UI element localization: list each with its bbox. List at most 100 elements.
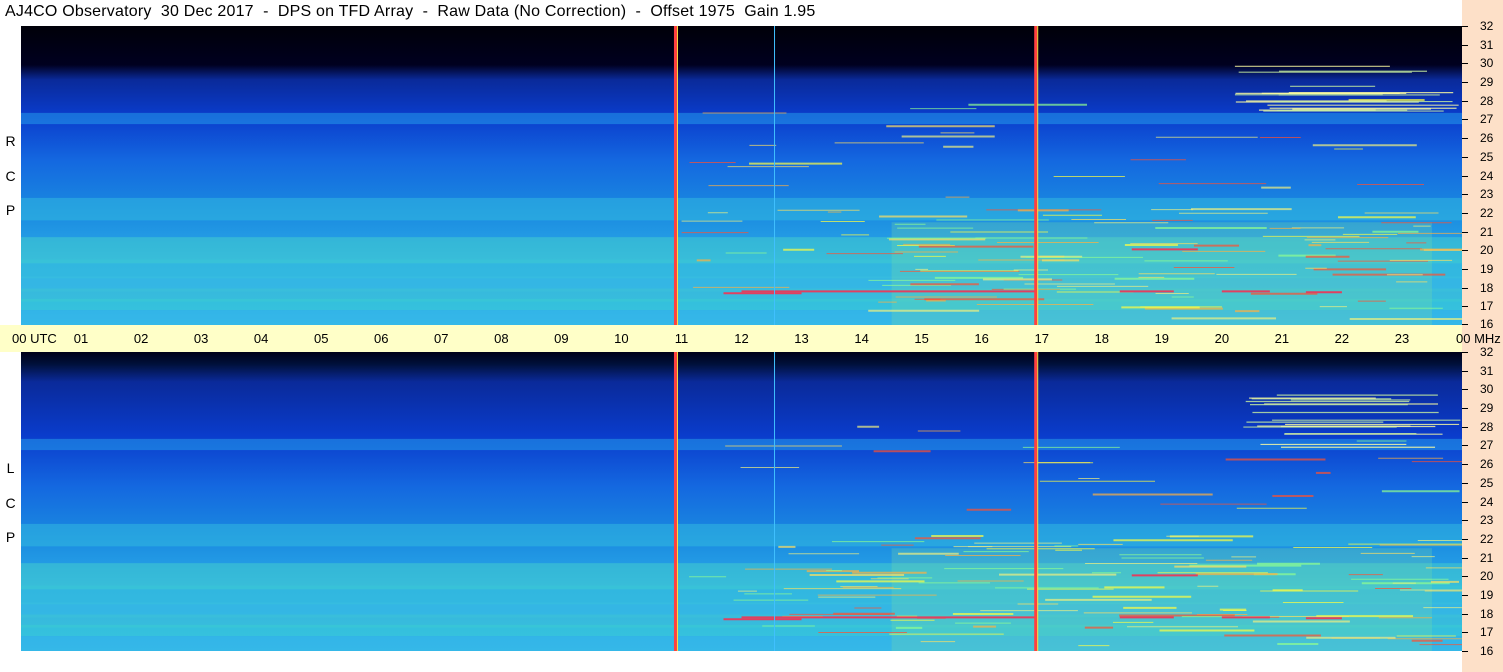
rcp-label-c: C	[5, 168, 16, 184]
frequency-tick-mark	[1462, 371, 1468, 372]
frequency-tick-label: 18	[1480, 280, 1494, 295]
frequency-tick-label: 18	[1480, 606, 1494, 621]
time-tick-label: 06	[374, 331, 389, 346]
vertical-interference-line-edge	[676, 352, 678, 651]
frequency-tick-label: 16	[1480, 317, 1494, 331]
frequency-tick-mark	[1462, 250, 1468, 251]
time-tick-label: 18	[1094, 331, 1109, 346]
frequency-tick-label: 29	[1480, 75, 1494, 90]
frequency-tick-mark	[1462, 352, 1468, 353]
lcp-label-l: L	[6, 460, 15, 476]
frequency-tick-label: 24	[1480, 494, 1494, 509]
frequency-tick-mark	[1462, 427, 1468, 428]
frequency-tick-mark	[1462, 119, 1468, 120]
frequency-tick-label: 32	[1480, 345, 1494, 359]
vertical-interference-line	[673, 26, 677, 325]
frequency-tick-mark	[1462, 483, 1468, 484]
frequency-tick-mark	[1462, 63, 1468, 64]
lcp-label-c: C	[5, 495, 16, 511]
time-tick-label: 07	[434, 331, 449, 346]
frequency-tick-mark	[1462, 558, 1468, 559]
vertical-interference-line	[1034, 26, 1038, 325]
frequency-tick-mark	[1462, 595, 1468, 596]
frequency-tick-label: 22	[1480, 531, 1494, 546]
frequency-tick-label: 27	[1480, 438, 1494, 453]
frequency-tick-label: 21	[1480, 224, 1494, 239]
frequency-tick-mark	[1462, 324, 1468, 325]
frequency-tick-label: 17	[1480, 299, 1494, 314]
frequency-tick-label: 28	[1480, 93, 1494, 108]
frequency-tick-mark	[1462, 651, 1468, 652]
time-tick-label: 01	[73, 331, 89, 346]
rcp-label-r: R	[5, 133, 16, 149]
frequency-tick-mark	[1462, 502, 1468, 503]
rcp-spectrogram	[21, 26, 1462, 325]
frequency-tick-label: 23	[1480, 513, 1494, 528]
frequency-tick-mark	[1462, 306, 1468, 307]
frequency-tick-label: 26	[1480, 131, 1494, 146]
frequency-tick-mark	[1462, 445, 1468, 446]
time-tick-label: 23	[1394, 331, 1410, 346]
frequency-tick-label: 29	[1480, 401, 1494, 416]
frequency-tick-label: 32	[1480, 19, 1494, 33]
frequency-tick-mark	[1462, 389, 1468, 390]
time-tick-label: 11	[674, 331, 689, 346]
time-tick-label: 19	[1154, 331, 1170, 346]
frequency-tick-mark	[1462, 408, 1468, 409]
frequency-tick-mark	[1462, 176, 1468, 177]
vertical-interference-line-edge	[676, 26, 678, 325]
frequency-tick-label: 19	[1480, 261, 1494, 276]
frequency-tick-mark	[1462, 26, 1468, 27]
frequency-tick-mark	[1462, 232, 1468, 233]
time-tick-label: 12	[734, 331, 749, 346]
frequency-tick-label: 20	[1480, 569, 1494, 584]
frequency-tick-mark	[1462, 194, 1468, 195]
vertical-interference-line	[774, 352, 776, 651]
frequency-tick-mark	[1462, 539, 1468, 540]
frequency-tick-mark	[1462, 632, 1468, 633]
time-tick-label: 00 UTC	[12, 331, 57, 346]
bottom-margin	[0, 651, 1462, 672]
frequency-tick-mark	[1462, 157, 1468, 158]
vertical-interference-line-edge	[1037, 352, 1039, 651]
time-tick-label: 09	[554, 331, 569, 346]
vertical-interference-line	[1034, 352, 1038, 651]
time-tick-label: 16	[974, 331, 989, 346]
frequency-tick-mark	[1462, 45, 1468, 46]
time-tick-label: 05	[313, 331, 329, 346]
frequency-tick-mark	[1462, 614, 1468, 615]
frequency-tick-mark	[1462, 82, 1468, 83]
vertical-interference-line	[673, 352, 677, 651]
frequency-tick-label: 28	[1480, 419, 1494, 434]
time-tick-label: 08	[494, 331, 509, 346]
frequency-tick-label: 27	[1480, 112, 1494, 127]
frequency-tick-label: 17	[1480, 625, 1494, 640]
chart-title: AJ4CO Observatory 30 Dec 2017 - DPS on T…	[5, 3, 816, 20]
spectral-band	[21, 112, 1462, 125]
frequency-tick-mark	[1462, 138, 1468, 139]
time-tick-label: 10	[614, 331, 629, 346]
frequency-tick-mark	[1462, 213, 1468, 214]
rcp-label-p: P	[5, 202, 16, 218]
frequency-tick-mark	[1462, 101, 1468, 102]
time-tick-label: 04	[253, 331, 269, 346]
spectral-band	[21, 438, 1462, 451]
frequency-tick-mark	[1462, 576, 1468, 577]
frequency-tick-label: 31	[1480, 37, 1494, 52]
frequency-tick-label: 25	[1480, 475, 1494, 490]
vertical-interference-line-edge	[1037, 26, 1039, 325]
time-tick-label: 22	[1334, 331, 1350, 346]
time-tick-label: 02	[133, 331, 149, 346]
lcp-label-p: P	[5, 529, 16, 545]
frequency-tick-mark	[1462, 269, 1468, 270]
frequency-tick-label: 23	[1480, 187, 1494, 202]
vertical-interference-line	[774, 26, 776, 325]
time-tick-label: 00 MHz	[1456, 331, 1501, 346]
frequency-tick-label: 20	[1480, 243, 1494, 258]
frequency-tick-label: 25	[1480, 149, 1494, 164]
time-tick-label: 13	[794, 331, 809, 346]
time-tick-label: 20	[1214, 331, 1230, 346]
lcp-spectrogram	[21, 352, 1462, 651]
frequency-tick-label: 30	[1480, 382, 1494, 397]
time-axis-band	[0, 325, 1462, 352]
